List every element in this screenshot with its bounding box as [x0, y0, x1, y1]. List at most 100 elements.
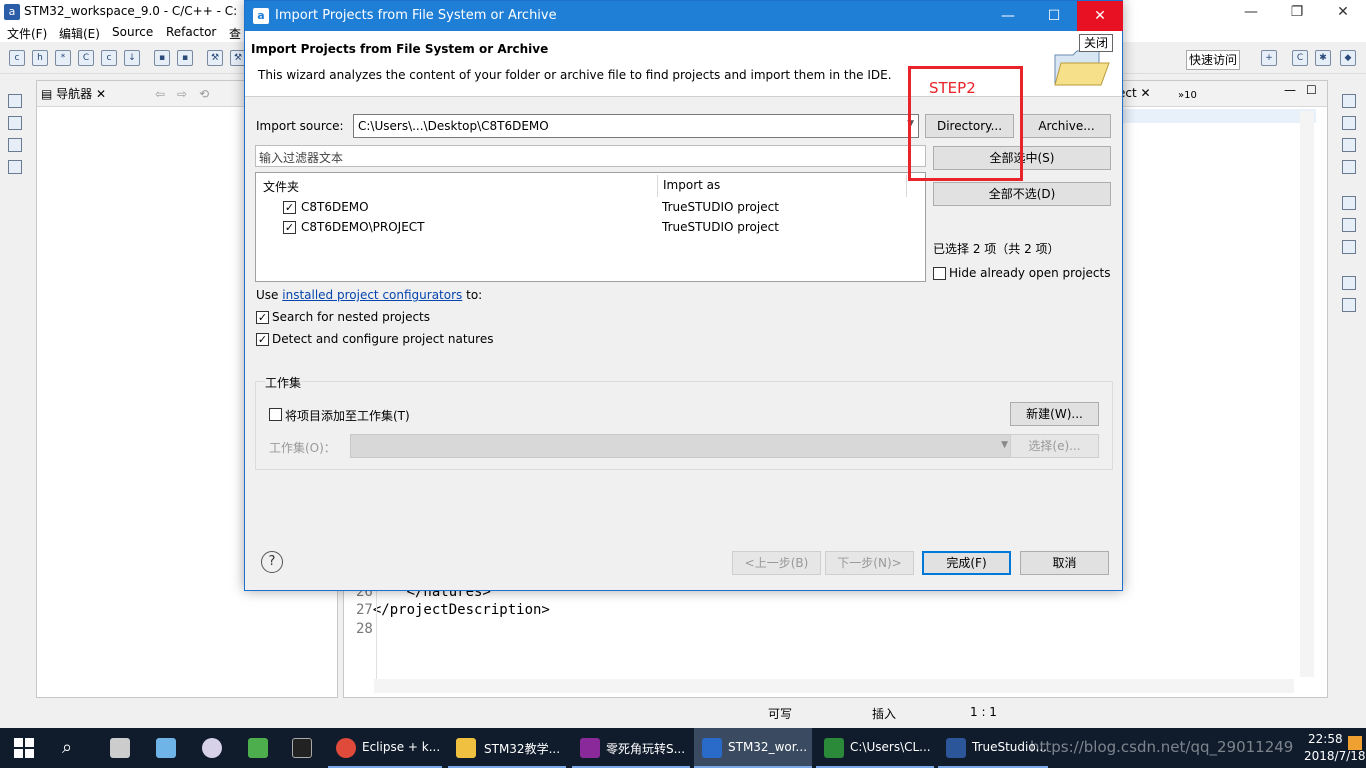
debug-perspective-icon[interactable]: ✱: [1315, 50, 1331, 66]
minimize-icon[interactable]: —: [1284, 83, 1296, 97]
workset-combo[interactable]: ▼: [350, 434, 1014, 458]
nested-projects-checkbox[interactable]: ✓: [256, 311, 269, 324]
detect-natures-label: Detect and configure project natures: [272, 332, 494, 346]
detect-natures-checkbox[interactable]: ✓: [256, 333, 269, 346]
notification-icon[interactable]: [1348, 736, 1362, 750]
terminal-icon[interactable]: [292, 738, 312, 758]
menu-file[interactable]: 文件(F): [7, 25, 47, 42]
dialog-maximize-button[interactable]: ☐: [1031, 1, 1077, 31]
filter-placeholder: 输入过滤器文本: [259, 151, 344, 165]
console-view-icon[interactable]: [1342, 298, 1356, 312]
restore-icon[interactable]: [1342, 276, 1356, 290]
import-icon[interactable]: ↓: [124, 50, 140, 66]
memory-icon[interactable]: [1342, 240, 1356, 254]
configurators-link[interactable]: installed project configurators: [282, 288, 462, 302]
outline-view-icon[interactable]: [1342, 116, 1356, 130]
tab-overflow[interactable]: »10: [1178, 90, 1197, 101]
console-icon[interactable]: [8, 160, 22, 174]
taskbar-item-truestudio[interactable]: STM32_wor...: [694, 728, 812, 768]
calculator-icon[interactable]: [110, 738, 130, 758]
menu-source[interactable]: Source: [112, 25, 153, 39]
step-annotation-label: STEP2: [929, 79, 976, 97]
save-all-icon[interactable]: ▪: [177, 50, 193, 66]
workset-group: 将项目添加至工作集(T) 新建(W)... 工作集(O)： ▼ 选择(e)...: [255, 381, 1113, 470]
team-perspective-icon[interactable]: ◆: [1340, 50, 1356, 66]
navigator-tab[interactable]: ▤ 导航器 ✕: [41, 85, 106, 102]
horizontal-scrollbar[interactable]: [374, 679, 1294, 693]
notes-app-icon[interactable]: [156, 738, 176, 758]
projects-table: 文件夹 Import as ✓ C8T6DEMO TrueSTUDIO proj…: [255, 172, 926, 282]
filter-input[interactable]: 输入过滤器文本: [255, 145, 926, 167]
table-row[interactable]: ✓ C8T6DEMO TrueSTUDIO project: [257, 197, 924, 217]
taskbar-item-eclipse[interactable]: Eclipse + k...: [328, 728, 442, 768]
new-class-icon[interactable]: C: [78, 50, 94, 66]
back-icon[interactable]: ⇦: [155, 87, 165, 101]
close-icon[interactable]: ✕: [1137, 86, 1151, 100]
new-c-project-icon[interactable]: c: [9, 50, 25, 66]
new-header-icon[interactable]: h: [32, 50, 48, 66]
menu-refactor[interactable]: Refactor: [166, 25, 216, 39]
paint-app-icon[interactable]: [202, 738, 222, 758]
status-insert-mode: 插入: [872, 707, 897, 721]
ide-maximize-button[interactable]: ❐: [1274, 0, 1320, 24]
cpp-perspective-icon[interactable]: C: [1292, 50, 1308, 66]
restore-icon[interactable]: [1342, 196, 1356, 210]
import-source-combo[interactable]: C:\Users\...\Desktop\C8T6DEMO ▼: [353, 114, 919, 138]
left-trim-bar: [0, 80, 30, 700]
ide-minimize-button[interactable]: —: [1228, 0, 1274, 24]
forward-icon[interactable]: ⇨: [177, 87, 187, 101]
new-source-icon[interactable]: *: [55, 50, 71, 66]
sync-app-icon[interactable]: [248, 738, 268, 758]
properties-icon[interactable]: [1342, 138, 1356, 152]
build-hammer-icon[interactable]: ⚒: [207, 50, 223, 66]
ide-window-title: STM32_workspace_9.0 - C/C++ - C:: [24, 4, 238, 18]
open-perspective-icon[interactable]: +: [1261, 50, 1277, 66]
code-line[interactable]: 27</projectDescription>: [356, 602, 550, 618]
menu-search[interactable]: 查: [229, 25, 241, 42]
windows-start-icon[interactable]: [14, 738, 34, 758]
taskbar-item-folder[interactable]: STM32教学...: [448, 728, 566, 768]
new-workset-button[interactable]: 新建(W)...: [1010, 402, 1099, 426]
watermark-text: https://blog.csdn.net/qq_29011249: [1030, 738, 1294, 756]
restore-icon[interactable]: [8, 94, 22, 108]
back-button[interactable]: <上一步(B): [732, 551, 821, 575]
quick-access-field[interactable]: 快速访问: [1186, 50, 1240, 70]
row-checkbox[interactable]: ✓: [283, 221, 296, 234]
table-row[interactable]: ✓ C8T6DEMO\PROJECT TrueSTUDIO project: [257, 217, 924, 237]
cancel-button[interactable]: 取消: [1020, 551, 1109, 575]
clock-time[interactable]: 22:58: [1308, 732, 1343, 746]
close-icon[interactable]: ✕: [92, 87, 106, 101]
add-to-workset-checkbox[interactable]: [269, 408, 282, 421]
code-line[interactable]: 28: [356, 621, 373, 637]
link-icon[interactable]: ⟲: [199, 87, 209, 101]
outline-icon[interactable]: [8, 138, 22, 152]
search-icon[interactable]: ⌕: [62, 737, 72, 758]
registers-icon[interactable]: [1342, 218, 1356, 232]
column-header-import-as[interactable]: Import as: [663, 178, 720, 192]
chevron-down-icon[interactable]: ▼: [1001, 440, 1008, 450]
restore-icon[interactable]: [1342, 94, 1356, 108]
save-icon[interactable]: ▪: [154, 50, 170, 66]
selected-count: 已选择 2 项（共 2 项）: [933, 242, 1060, 256]
new-cpp-icon[interactable]: c: [101, 50, 117, 66]
hide-open-projects-checkbox[interactable]: [933, 267, 946, 280]
finish-button[interactable]: 完成(F): [922, 551, 1011, 575]
deselect-all-button[interactable]: 全部不选(D): [933, 182, 1111, 206]
tasks-icon[interactable]: [1342, 160, 1356, 174]
vertical-scrollbar[interactable]: [1300, 111, 1314, 677]
column-header-folder[interactable]: 文件夹: [263, 178, 299, 195]
archive-button[interactable]: Archive...: [1022, 114, 1111, 138]
taskbar-item-pdf[interactable]: 零死角玩转S...: [572, 728, 690, 768]
ide-close-button[interactable]: ✕: [1320, 0, 1366, 24]
row-checkbox[interactable]: ✓: [283, 201, 296, 214]
taskbar-item-vim[interactable]: C:\Users\CL...: [816, 728, 934, 768]
dialog-minimize-button[interactable]: —: [985, 1, 1031, 31]
maximize-icon[interactable]: ☐: [1306, 83, 1317, 97]
clock-date[interactable]: 2018/7/18: [1304, 749, 1366, 763]
help-icon[interactable]: ?: [261, 551, 283, 573]
project-explorer-icon[interactable]: [8, 116, 22, 130]
dialog-close-button[interactable]: ✕: [1077, 1, 1123, 31]
menu-edit[interactable]: 编辑(E): [59, 25, 100, 42]
select-workset-button[interactable]: 选择(e)...: [1010, 434, 1099, 458]
next-button[interactable]: 下一步(N)>: [825, 551, 914, 575]
